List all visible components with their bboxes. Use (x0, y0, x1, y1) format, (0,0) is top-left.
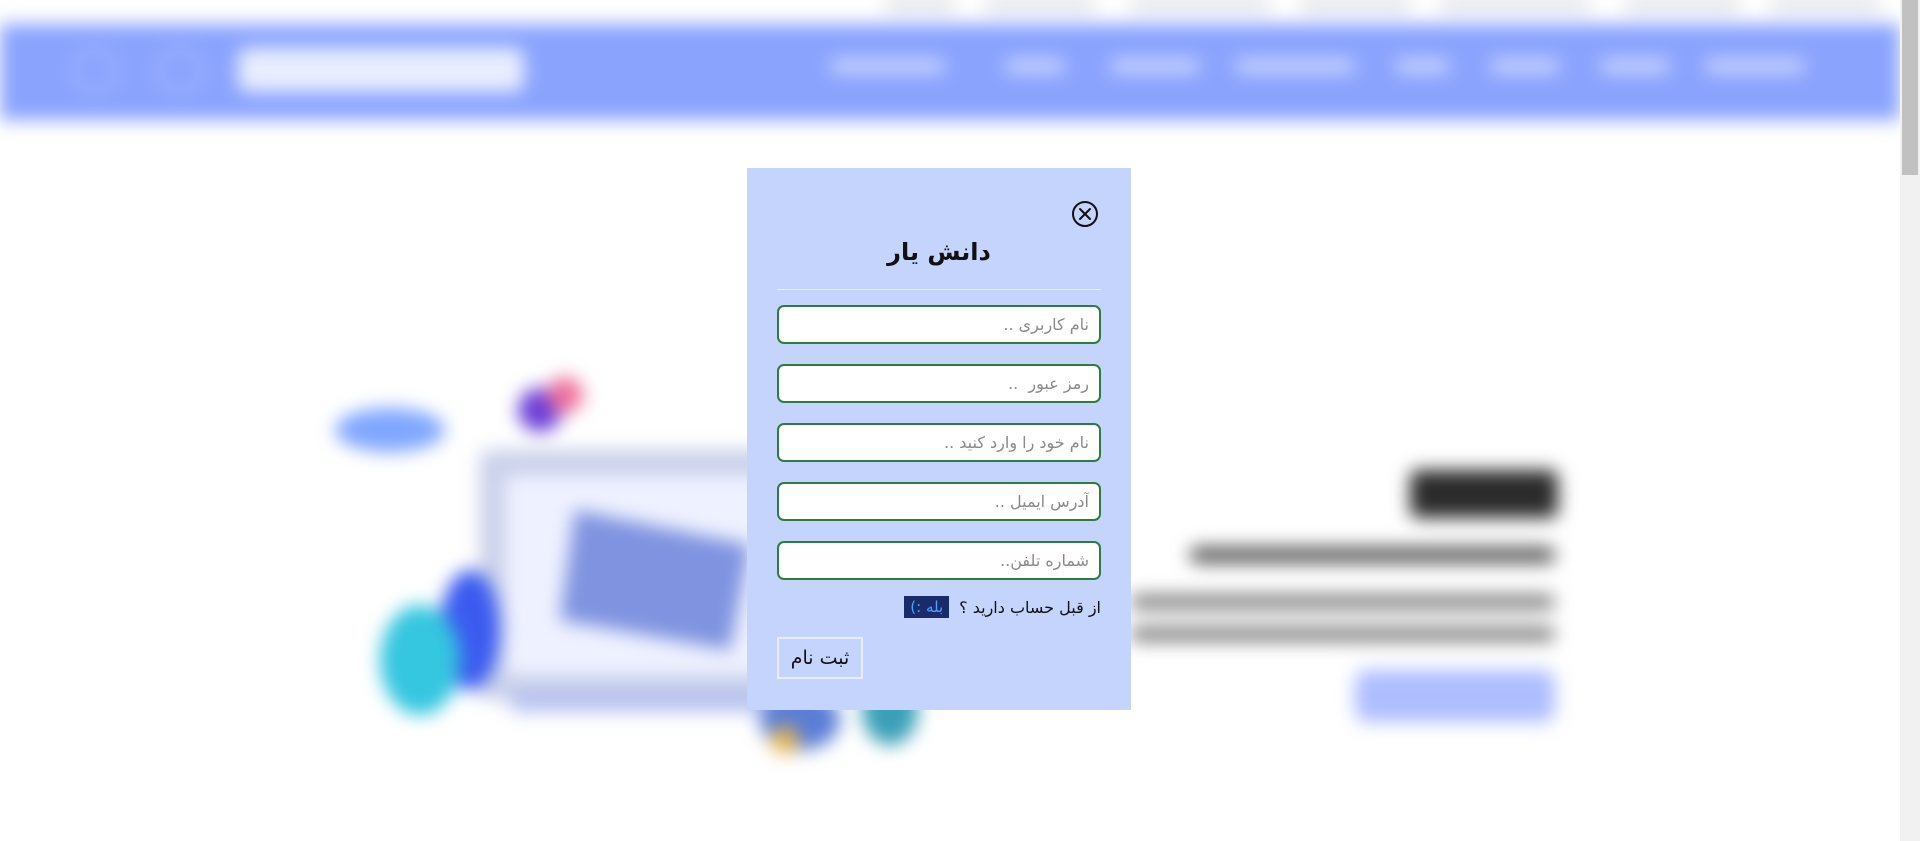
email-input[interactable] (777, 482, 1101, 521)
close-circle-icon[interactable] (1071, 200, 1099, 228)
password-input[interactable] (777, 364, 1101, 403)
user-icon (72, 48, 118, 94)
hero-text-line (1130, 627, 1555, 641)
login-prompt-text: از قبل حساب دارید ؟ (959, 597, 1101, 617)
login-prompt-row: از قبل حساب دارید ؟ بله :) (904, 595, 1101, 619)
hero-text-line (1130, 595, 1555, 609)
nav-item (1235, 59, 1355, 73)
nav-item (1490, 59, 1560, 73)
top-bar-item (1770, 0, 1880, 9)
top-bar-item (885, 0, 955, 9)
phone-input[interactable] (777, 541, 1101, 580)
login-link[interactable]: بله :) (904, 596, 950, 618)
modal-title: دانش یار (887, 238, 991, 266)
top-bar-item (1440, 0, 1590, 9)
fullname-input[interactable] (777, 423, 1101, 462)
modal-divider (777, 289, 1101, 290)
top-bar-item (1300, 0, 1410, 9)
main-navbar (0, 24, 1900, 120)
nav-item (1600, 59, 1670, 73)
nav-search-box (238, 48, 524, 92)
nav-item (1005, 59, 1065, 73)
scrollbar-thumb[interactable] (1902, 0, 1918, 175)
page-scrollbar[interactable] (1900, 0, 1920, 841)
cart-icon (157, 48, 203, 94)
signup-modal: دانش یار از قبل حساب دارید ؟ بله :) ثبت … (747, 168, 1131, 710)
nav-item (1395, 59, 1450, 73)
hero-subtitle (1190, 547, 1555, 563)
nav-item (1110, 59, 1200, 73)
top-bar-item (1130, 0, 1270, 9)
nav-item (830, 59, 945, 73)
hero-button (1355, 670, 1555, 722)
nav-item (1705, 59, 1805, 73)
top-bar (0, 0, 1900, 16)
username-input[interactable] (777, 305, 1101, 344)
hero-title (1410, 470, 1558, 518)
top-bar-item (1625, 0, 1740, 9)
top-bar-item (985, 0, 1095, 9)
signup-submit-button[interactable]: ثبت نام (777, 637, 863, 679)
page: دانش یار از قبل حساب دارید ؟ بله :) ثبت … (0, 0, 1920, 841)
